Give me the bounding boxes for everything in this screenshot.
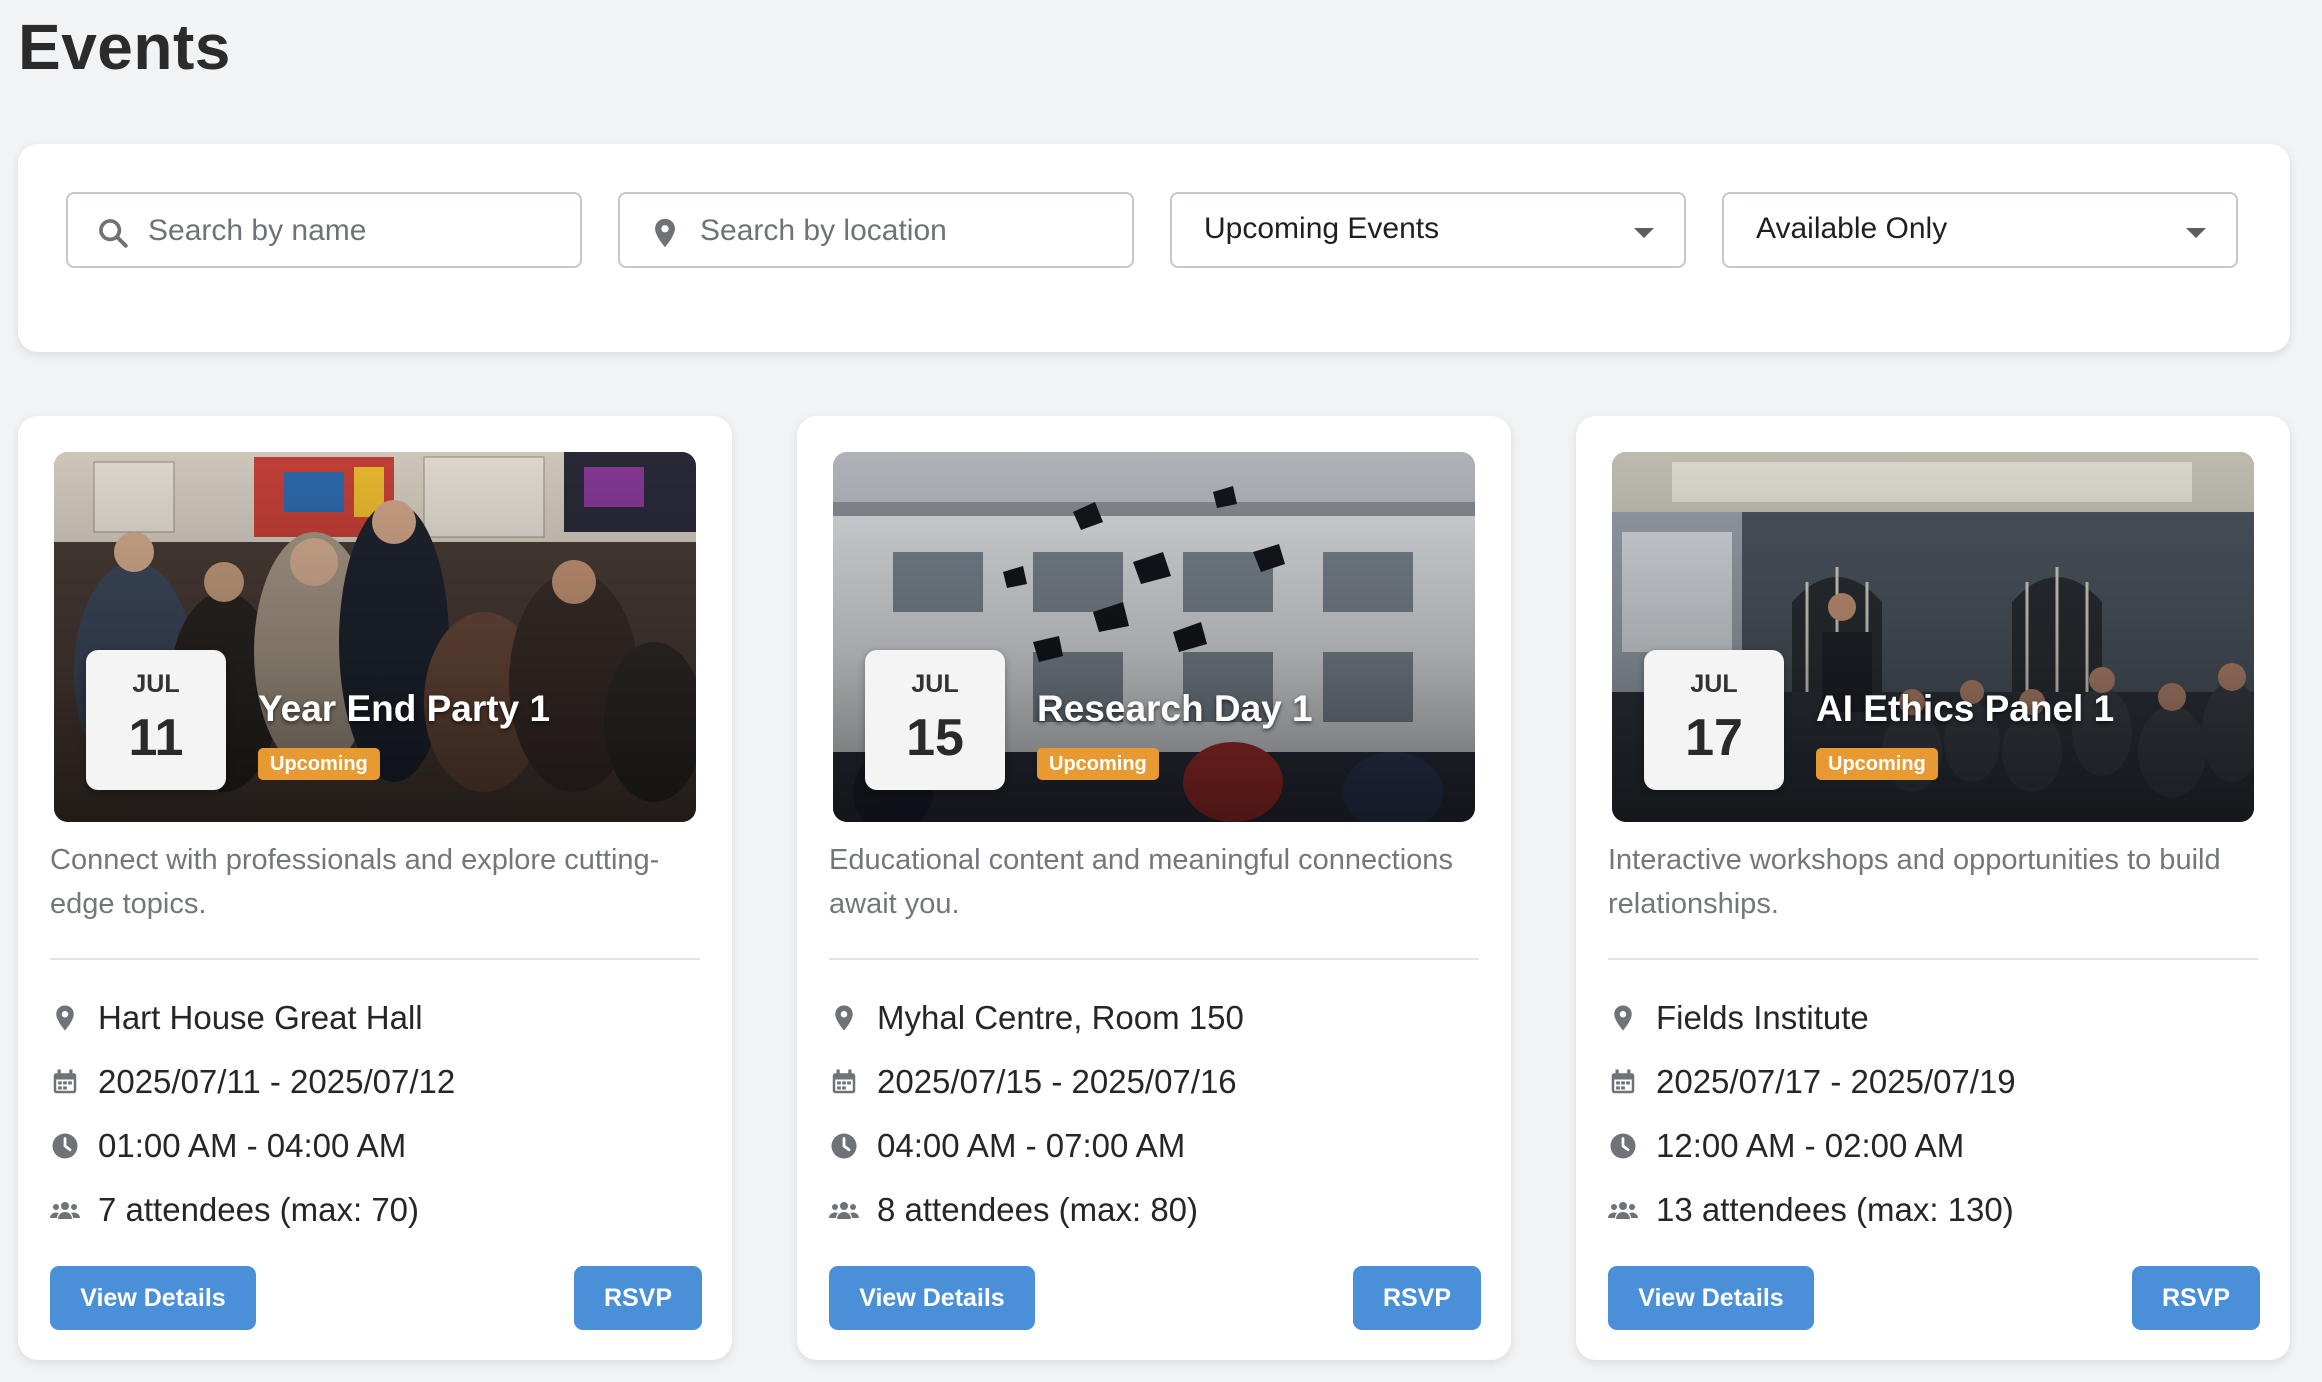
event-title: Year End Party 1 bbox=[258, 688, 551, 729]
event-description: Interactive workshops and opportunities … bbox=[1608, 844, 2221, 920]
event-image: JUL 15 Research Day 1 Upcoming bbox=[833, 452, 1475, 822]
date-badge: JUL 15 bbox=[865, 650, 1005, 790]
event-attendees: 8 attendees (max: 80) bbox=[829, 1188, 1198, 1232]
event-title: Research Day 1 bbox=[1037, 688, 1313, 729]
divider bbox=[50, 958, 700, 960]
event-description: Educational content and meaningful conne… bbox=[829, 844, 1453, 920]
divider bbox=[829, 958, 1479, 960]
date-badge: JUL 11 bbox=[86, 650, 226, 790]
search-location-field[interactable] bbox=[618, 192, 1134, 268]
date-day: 11 bbox=[128, 709, 184, 767]
clock-icon bbox=[831, 1133, 857, 1159]
calendar-icon bbox=[832, 1069, 856, 1094]
event-time-text: 01:00 AM - 04:00 AM bbox=[98, 1127, 407, 1164]
event-image: JUL 17 AI Ethics Panel 1 Upcoming bbox=[1612, 452, 2254, 822]
attendees-icon bbox=[1608, 1202, 1638, 1219]
location-pin-icon bbox=[1614, 1005, 1632, 1031]
event-attendees-text: 8 attendees (max: 80) bbox=[877, 1191, 1199, 1228]
page-title: Events bbox=[18, 11, 231, 83]
event-location: Fields Institute bbox=[1608, 996, 1869, 1040]
dropdown-caret-icon bbox=[1634, 228, 1654, 238]
view-details-button[interactable]: View Details bbox=[1608, 1266, 1814, 1330]
view-details-button[interactable]: View Details bbox=[50, 1266, 256, 1330]
time-filter-value: Upcoming Events bbox=[1204, 212, 1440, 245]
event-dates-text: 2025/07/17 - 2025/07/19 bbox=[1656, 1063, 2016, 1100]
location-pin-icon bbox=[835, 1005, 853, 1031]
event-dates-text: 2025/07/11 - 2025/07/12 bbox=[98, 1063, 456, 1100]
event-time-text: 04:00 AM - 07:00 AM bbox=[877, 1127, 1186, 1164]
rsvp-button[interactable]: RSVP bbox=[574, 1266, 702, 1330]
event-card: JUL 15 Research Day 1 Upcoming Education… bbox=[797, 416, 1511, 1360]
event-description: Connect with professionals and explore c… bbox=[50, 844, 660, 920]
event-title: AI Ethics Panel 1 bbox=[1816, 688, 2115, 729]
search-icon bbox=[99, 219, 128, 248]
event-location-text: Hart House Great Hall bbox=[98, 999, 423, 1036]
attendees-icon bbox=[829, 1202, 859, 1219]
date-day: 15 bbox=[906, 709, 964, 767]
event-time: 12:00 AM - 02:00 AM bbox=[1608, 1124, 1964, 1168]
event-time: 04:00 AM - 07:00 AM bbox=[829, 1124, 1185, 1168]
event-time-text: 12:00 AM - 02:00 AM bbox=[1656, 1127, 1965, 1164]
status-badge: Upcoming bbox=[1037, 748, 1159, 780]
event-card: JUL 11 Year End Party 1 Upcoming Connect… bbox=[18, 416, 732, 1360]
clock-icon bbox=[1610, 1133, 1636, 1159]
filter-panel: Upcoming Events Available Only bbox=[18, 144, 2290, 352]
time-filter-select[interactable]: Upcoming Events bbox=[1170, 192, 1686, 268]
divider bbox=[1608, 958, 2258, 960]
availability-filter-select[interactable]: Available Only bbox=[1722, 192, 2238, 268]
event-time: 01:00 AM - 04:00 AM bbox=[50, 1124, 406, 1168]
event-dates-text: 2025/07/15 - 2025/07/16 bbox=[877, 1063, 1237, 1100]
event-attendees: 13 attendees (max: 130) bbox=[1608, 1188, 2014, 1232]
search-name-field[interactable] bbox=[66, 192, 582, 268]
clock-icon bbox=[52, 1133, 78, 1159]
event-attendees-text: 13 attendees (max: 130) bbox=[1656, 1191, 2014, 1228]
event-dates: 2025/07/17 - 2025/07/19 bbox=[1608, 1060, 2016, 1104]
rsvp-button[interactable]: RSVP bbox=[2132, 1266, 2260, 1330]
view-details-button[interactable]: View Details bbox=[829, 1266, 1035, 1330]
status-badge: Upcoming bbox=[258, 748, 380, 780]
date-month: JUL bbox=[911, 670, 959, 698]
event-attendees-text: 7 attendees (max: 70) bbox=[98, 1191, 420, 1228]
calendar-icon bbox=[53, 1069, 77, 1094]
location-pin-icon bbox=[56, 1005, 74, 1031]
calendar-icon bbox=[1611, 1069, 1635, 1094]
date-badge: JUL 17 bbox=[1644, 650, 1784, 790]
event-dates: 2025/07/15 - 2025/07/16 bbox=[829, 1060, 1237, 1104]
rsvp-button[interactable]: RSVP bbox=[1353, 1266, 1481, 1330]
event-location-text: Myhal Centre, Room 150 bbox=[877, 999, 1244, 1036]
date-month: JUL bbox=[1690, 670, 1738, 698]
status-badge: Upcoming bbox=[1816, 748, 1938, 780]
event-dates: 2025/07/11 - 2025/07/12 bbox=[50, 1060, 455, 1104]
dropdown-caret-icon bbox=[2186, 228, 2206, 238]
event-card: JUL 17 AI Ethics Panel 1 Upcoming Intera… bbox=[1576, 416, 2290, 1360]
date-day: 17 bbox=[1685, 709, 1743, 767]
event-attendees: 7 attendees (max: 70) bbox=[50, 1188, 419, 1232]
event-location: Hart House Great Hall bbox=[50, 996, 423, 1040]
event-location-text: Fields Institute bbox=[1656, 999, 1869, 1036]
location-pin-icon bbox=[655, 218, 675, 248]
event-location: Myhal Centre, Room 150 bbox=[829, 996, 1244, 1040]
event-image: JUL 11 Year End Party 1 Upcoming bbox=[54, 452, 696, 822]
search-name-input[interactable] bbox=[148, 212, 558, 250]
search-location-input[interactable] bbox=[700, 212, 1110, 250]
attendees-icon bbox=[50, 1202, 80, 1219]
date-month: JUL bbox=[132, 670, 180, 698]
availability-filter-value: Available Only bbox=[1756, 212, 1948, 245]
